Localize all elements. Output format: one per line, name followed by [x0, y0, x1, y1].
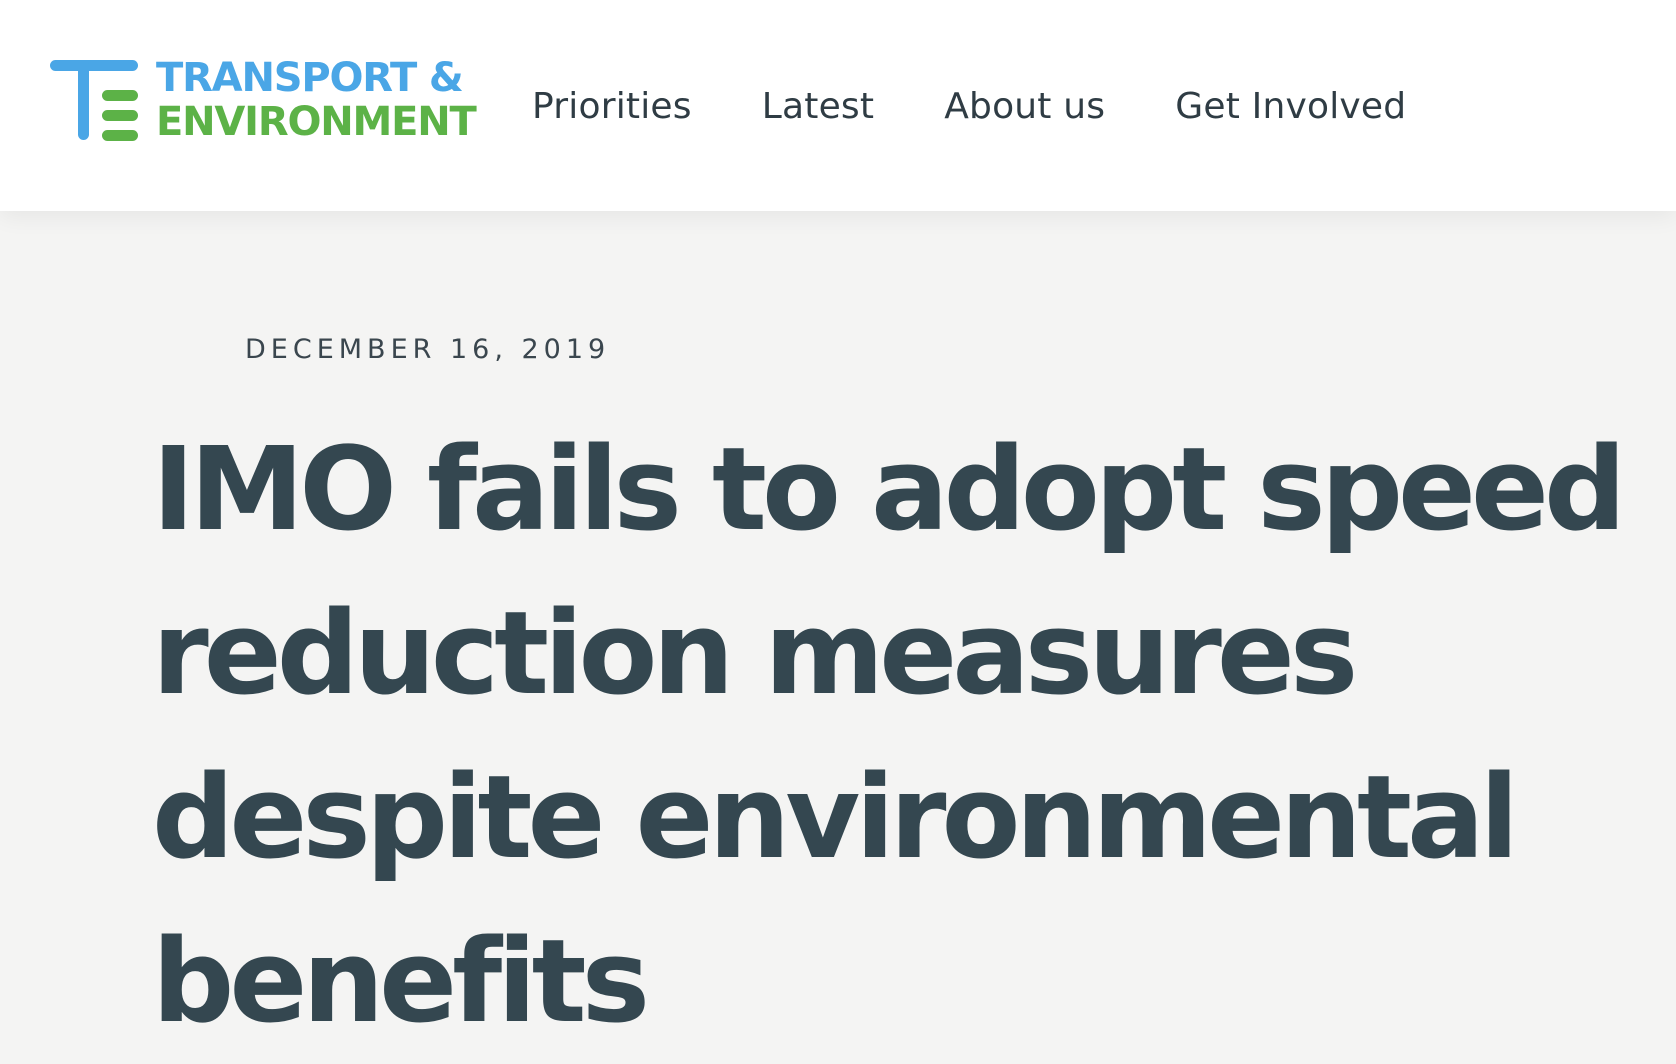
article-title: IMO fails to adopt speed reduction measu… [152, 423, 1626, 1049]
site-logo[interactable]: TRANSPORT & ENVIRONMENT [50, 56, 477, 146]
main-nav: Priorities Latest About us Get Involved [532, 82, 1406, 130]
logo-line-environment: ENVIRONMENT [156, 99, 477, 145]
nav-item-get-involved[interactable]: Get Involved [1175, 86, 1406, 127]
nav-item-about-us[interactable]: About us [944, 86, 1105, 127]
nav-item-latest[interactable]: Latest [762, 86, 874, 127]
logo-line-transport: TRANSPORT & [156, 55, 464, 101]
nav-item-priorities[interactable]: Priorities [532, 86, 692, 127]
article-date: DECEMBER 16, 2019 [245, 334, 611, 365]
logo-te-icon [50, 60, 138, 141]
logo-wordmark: TRANSPORT & ENVIRONMENT [156, 55, 477, 145]
site-header: TRANSPORT & ENVIRONMENT Priorities Lates… [0, 0, 1676, 211]
